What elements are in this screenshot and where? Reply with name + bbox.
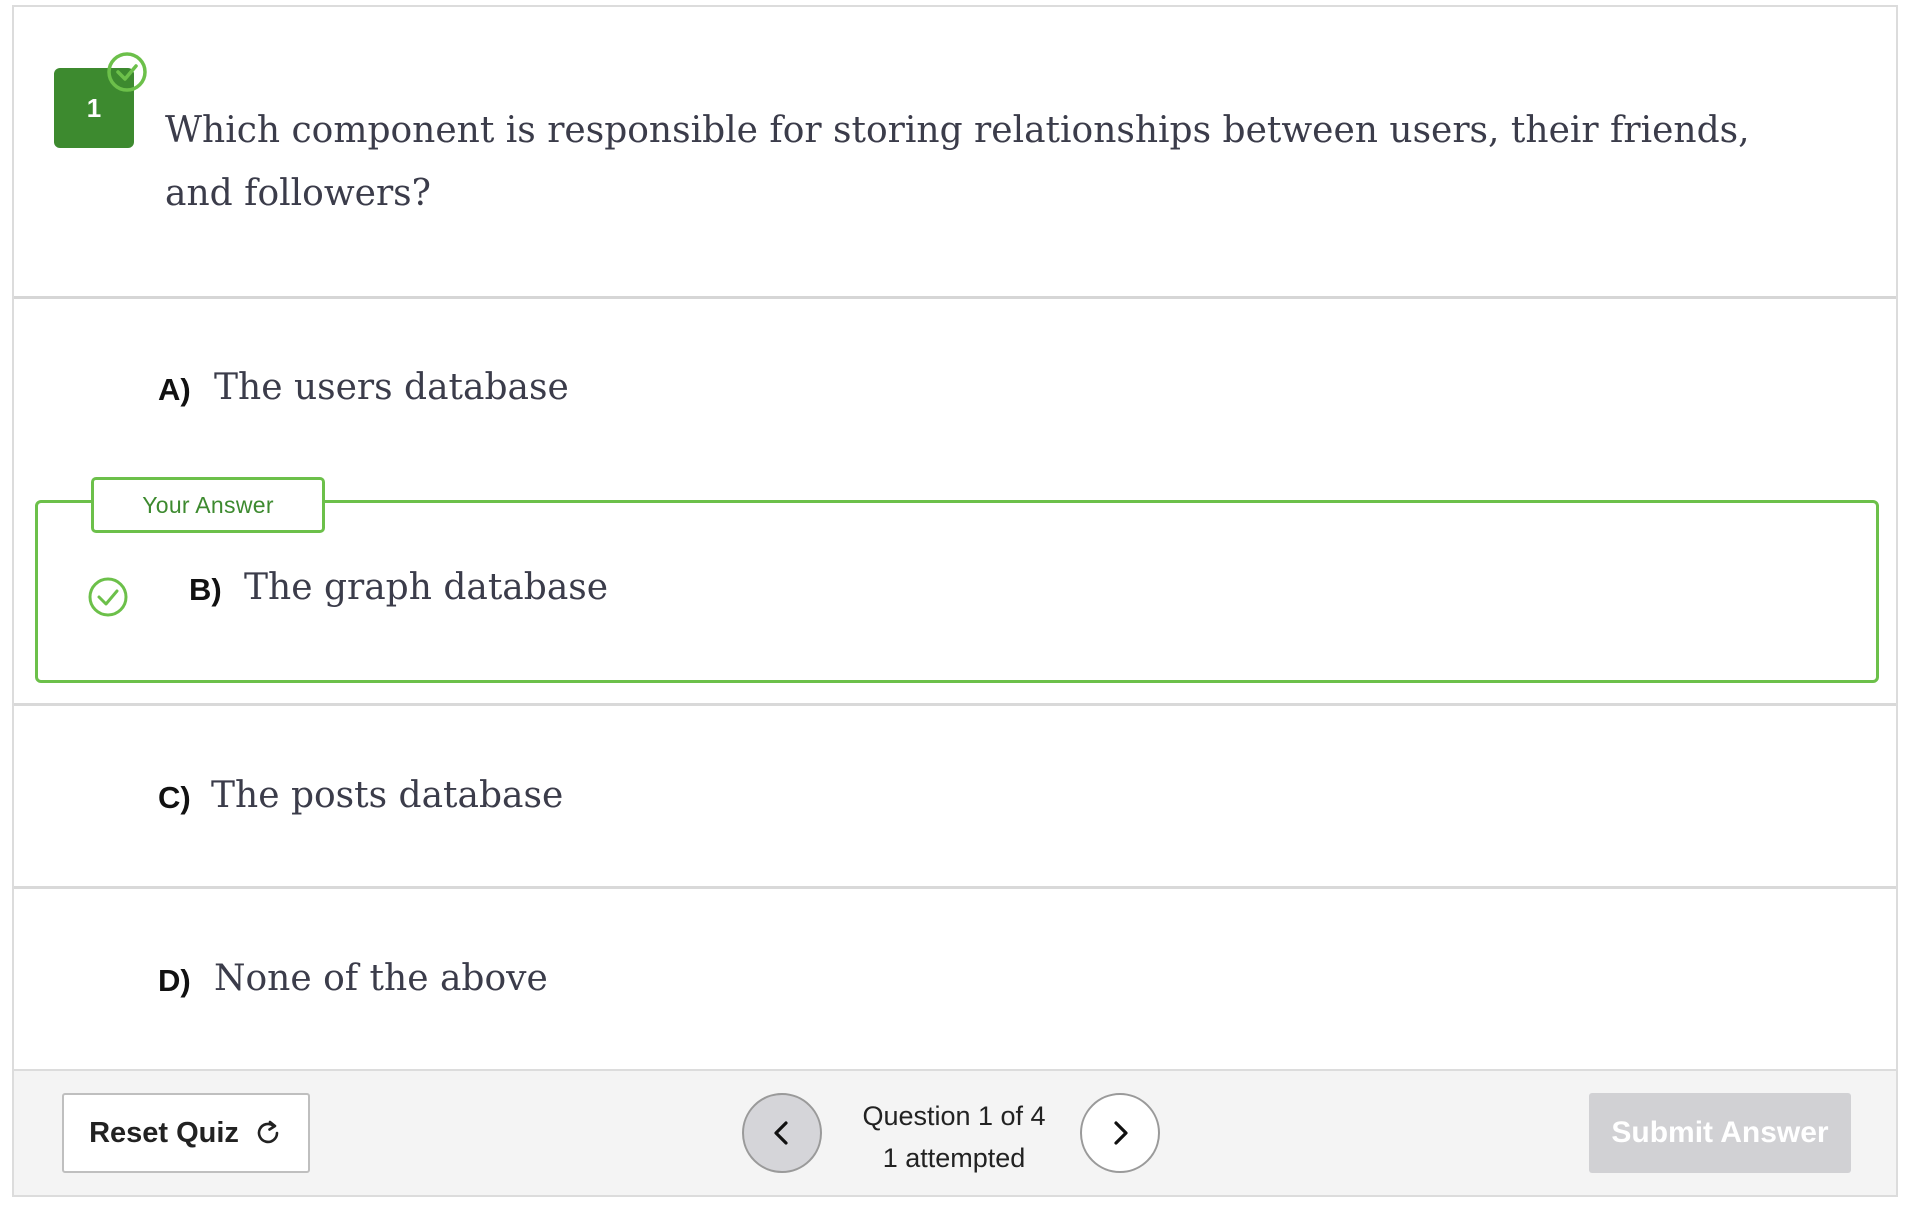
check-circle-icon bbox=[88, 577, 128, 617]
option-letter: D) bbox=[158, 963, 191, 998]
option-d[interactable]: D) None of the above bbox=[14, 889, 1896, 1069]
option-text: The graph database bbox=[244, 567, 609, 608]
reset-quiz-button[interactable]: Reset Quiz bbox=[62, 1093, 310, 1173]
check-circle-icon bbox=[107, 52, 147, 92]
previous-question-button[interactable] bbox=[742, 1093, 822, 1173]
quiz-footer: Reset Quiz Question 1 of 4 1 attempted S… bbox=[14, 1069, 1896, 1195]
refresh-icon bbox=[257, 1120, 279, 1144]
option-c[interactable]: C) The posts database bbox=[14, 706, 1896, 886]
next-question-button[interactable] bbox=[1080, 1093, 1160, 1173]
question-progress: Question 1 of 4 1 attempted bbox=[834, 1095, 1074, 1179]
your-answer-tag: Your Answer bbox=[91, 477, 325, 533]
option-text: The posts database bbox=[211, 775, 564, 816]
chevron-left-icon bbox=[774, 1121, 788, 1145]
quiz-card: 1 Which component is responsible for sto… bbox=[12, 5, 1898, 1197]
question-text: Which component is responsible for stori… bbox=[165, 110, 1750, 214]
option-letter: C) bbox=[158, 780, 191, 815]
chevron-right-icon bbox=[1114, 1121, 1128, 1145]
option-a[interactable]: A) The users database bbox=[14, 299, 1896, 469]
option-letter: B) bbox=[189, 572, 222, 607]
attempted-count: 1 attempted bbox=[882, 1143, 1026, 1173]
reset-quiz-label: Reset Quiz bbox=[89, 1116, 239, 1149]
question-header: 1 Which component is responsible for sto… bbox=[14, 7, 1896, 299]
option-text: None of the above bbox=[214, 958, 548, 999]
option-text: The users database bbox=[214, 367, 569, 408]
submit-answer-button[interactable]: Submit Answer bbox=[1589, 1093, 1851, 1173]
option-letter: A) bbox=[158, 372, 191, 407]
question-count: Question 1 of 4 bbox=[862, 1101, 1046, 1131]
